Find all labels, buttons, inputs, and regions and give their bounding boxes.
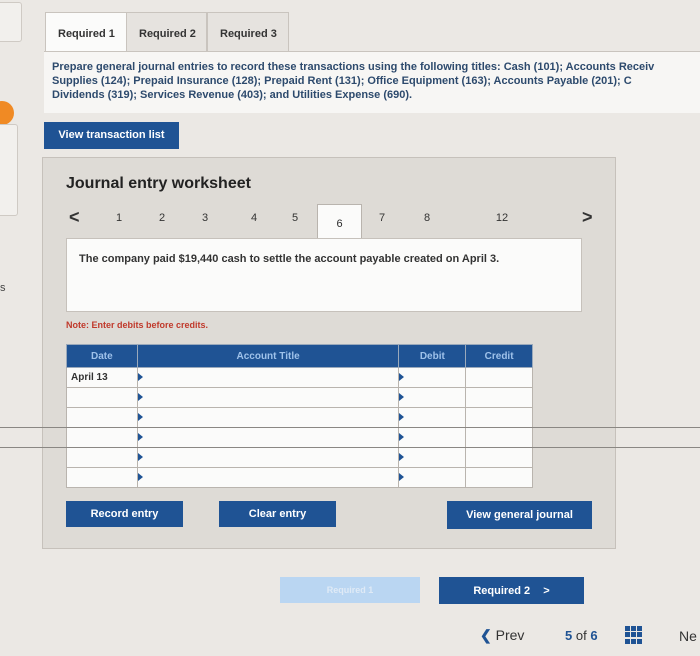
account-cell[interactable] [136,367,400,388]
tab-required-3[interactable]: Required 3 [207,12,289,52]
prev-link[interactable]: ❮ Prev [480,627,524,644]
account-cell[interactable] [136,407,400,428]
edge-text-fragment: s [0,282,6,294]
clear-entry-button[interactable]: Clear entry [219,501,336,527]
dropdown-caret-icon [137,433,143,441]
column-debit: Debit [398,344,467,368]
instructions-line-1: Prepare general journal entries to recor… [52,61,655,73]
page-indicator: 5 of 6 [565,628,598,643]
page-1[interactable]: 1 [108,212,130,224]
table-row [66,467,533,488]
debit-cell[interactable] [398,447,467,468]
page-3[interactable]: 3 [194,212,216,224]
chevron-left-icon: ❮ [480,627,492,643]
grid-menu-icon[interactable] [625,626,643,644]
transaction-description: The company paid $19,440 cash to settle … [66,238,582,312]
debit-cell[interactable] [398,407,467,428]
chevron-right-icon: > [543,585,550,597]
page-of: of [575,628,587,643]
page-4[interactable]: 4 [243,212,265,224]
date-cell[interactable] [66,427,138,448]
page-6-active[interactable]: 6 [317,204,362,239]
dropdown-caret-icon [399,373,405,381]
record-entry-button[interactable]: Record entry [66,501,183,527]
date-cell[interactable] [66,407,138,428]
view-transaction-list-button[interactable]: View transaction list [44,122,179,149]
worksheet-prev-arrow[interactable]: < [69,207,80,228]
date-cell[interactable] [66,467,138,488]
dropdown-caret-icon [399,473,405,481]
credit-cell[interactable] [465,467,533,488]
credit-cell[interactable] [465,367,533,388]
debit-cell[interactable] [398,427,467,448]
column-date: Date [66,344,138,368]
debit-cell[interactable] [398,387,467,408]
dropdown-caret-icon [399,393,405,401]
account-cell[interactable] [136,467,400,488]
worksheet-next-arrow[interactable]: > [582,207,593,228]
edge-panel-fragment [0,2,22,42]
debit-cell[interactable] [398,367,467,388]
page-total: 6 [590,628,598,643]
required-prev-button[interactable]: Required 1 [280,577,420,603]
dropdown-caret-icon [137,373,143,381]
dropdown-caret-icon [137,393,143,401]
instructions-line-2: Supplies (124); Prepaid Insurance (128);… [52,75,632,87]
journal-entry-table: Date Account Title Debit Credit April 13 [66,344,533,488]
orange-indicator-dot [0,101,14,125]
table-row [66,387,533,408]
account-cell[interactable] [136,427,400,448]
edge-panel-fragment-2 [0,124,18,216]
date-cell[interactable] [66,447,138,468]
prev-label: Prev [495,627,525,643]
page-8[interactable]: 8 [416,212,438,224]
credit-cell[interactable] [465,427,533,448]
credit-cell[interactable] [465,387,533,408]
tab-required-1[interactable]: Required 1 [45,12,127,54]
page-2[interactable]: 2 [151,212,173,224]
account-cell[interactable] [136,447,400,468]
table-row: April 13 [66,367,533,388]
view-general-journal-button[interactable]: View general journal [447,501,592,529]
divider-line [0,447,700,448]
instructions-line-3: Dividends (319); Services Revenue (403);… [52,89,413,101]
debit-credit-note: Note: Enter debits before credits. [66,320,209,330]
dropdown-caret-icon [399,433,405,441]
date-cell[interactable]: April 13 [66,367,138,388]
page-7[interactable]: 7 [371,212,393,224]
page-12[interactable]: 12 [491,212,513,224]
credit-cell[interactable] [465,447,533,468]
table-row [66,447,533,468]
date-cell[interactable] [66,387,138,408]
page-5[interactable]: 5 [284,212,306,224]
dropdown-caret-icon [137,453,143,461]
dropdown-caret-icon [399,413,405,421]
debit-cell[interactable] [398,467,467,488]
required-next-label: Required 2 [473,585,531,597]
column-account-title: Account Title [136,344,400,368]
next-link[interactable]: Ne [679,628,697,644]
required-next-button[interactable]: Required 2 > [439,577,584,604]
dropdown-caret-icon [137,413,143,421]
account-cell[interactable] [136,387,400,408]
column-credit: Credit [465,344,533,368]
table-row [66,427,533,448]
table-row [66,407,533,428]
divider-line [0,427,700,428]
worksheet-title: Journal entry worksheet [66,175,251,192]
required-prev-label: Required 1 [326,585,374,595]
dropdown-caret-icon [137,473,143,481]
dropdown-caret-icon [399,453,405,461]
tab-required-2[interactable]: Required 2 [126,12,207,52]
credit-cell[interactable] [465,407,533,428]
instructions: Prepare general journal entries to recor… [44,51,700,113]
page-current: 5 [565,628,573,643]
